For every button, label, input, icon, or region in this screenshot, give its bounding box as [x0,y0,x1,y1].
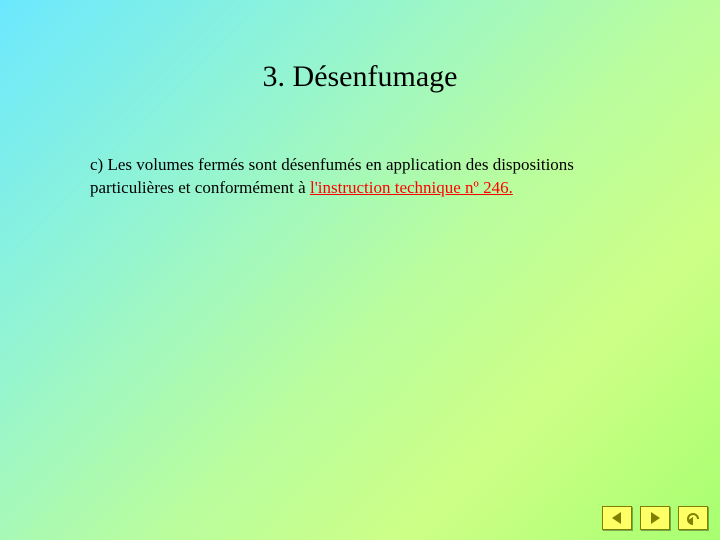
slide: 3. Désenfumage c) Les volumes fermés son… [0,0,720,540]
body-paragraph: c) Les volumes fermés sont désenfumés en… [90,154,630,200]
triangle-left-icon [610,511,624,525]
instruction-link[interactable]: l'instruction technique nº 246. [310,178,513,197]
page-title: 3. Désenfumage [90,60,630,94]
prev-button[interactable] [602,506,632,530]
return-icon [684,510,702,526]
home-button[interactable] [678,506,708,530]
nav-bar [602,506,708,530]
triangle-right-icon [648,511,662,525]
next-button[interactable] [640,506,670,530]
